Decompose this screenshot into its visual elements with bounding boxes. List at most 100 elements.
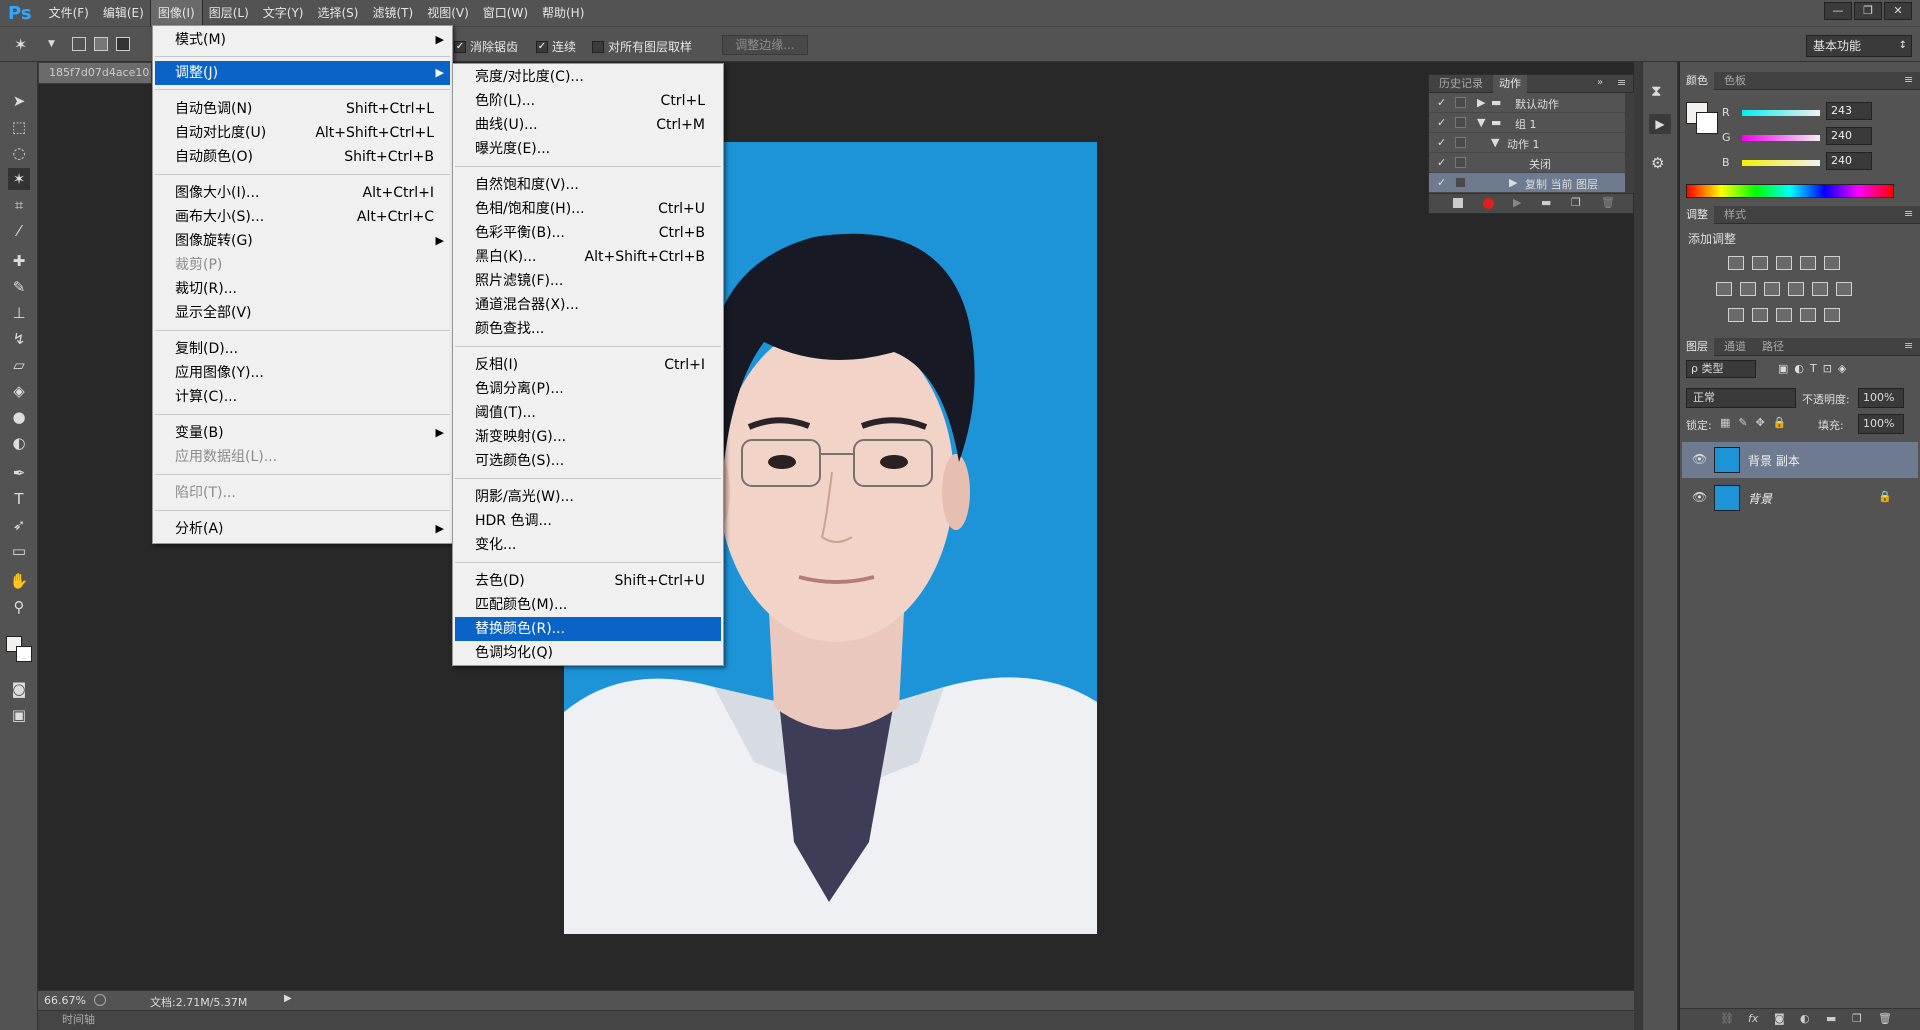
tab-paths[interactable]: 路径 bbox=[1756, 338, 1790, 356]
hand-tool-icon[interactable]: ✋ bbox=[8, 570, 30, 592]
menu-item-match-color[interactable]: 匹配颜色(M)... bbox=[455, 593, 721, 617]
zoom-level[interactable]: 66.67% bbox=[44, 994, 86, 1007]
antialias-checkbox[interactable]: ✓ 消除锯齿 bbox=[454, 38, 518, 55]
menu-item-equalize[interactable]: 色调均化(Q) bbox=[455, 641, 721, 665]
action-1[interactable]: ✓ ▼ 动作 1 bbox=[1429, 133, 1625, 153]
action-set-group1[interactable]: ✓ ▼ ▬ 组 1 bbox=[1429, 113, 1625, 133]
crop-tool-icon[interactable]: ⌗ bbox=[8, 194, 30, 216]
eye-icon[interactable]: 👁 bbox=[1692, 490, 1707, 504]
menu-window[interactable]: 窗口(W) bbox=[476, 0, 535, 26]
blue-slider[interactable] bbox=[1742, 160, 1820, 166]
new-group-icon[interactable]: ▬ bbox=[1826, 1012, 1836, 1025]
menu-item-brightness-contrast[interactable]: 亮度/对比度(C)... bbox=[455, 65, 721, 89]
workspace-select[interactable]: 基本功能 bbox=[1806, 35, 1912, 57]
blend-mode-select[interactable]: 正常 bbox=[1686, 388, 1796, 408]
magic-wand-preset-icon[interactable]: ✶ bbox=[14, 35, 27, 54]
gradient-map-adjust-icon[interactable] bbox=[1824, 308, 1840, 322]
dodge-tool-icon[interactable]: ◐ bbox=[8, 432, 30, 454]
checkmark-icon[interactable]: ✓ bbox=[1437, 176, 1446, 189]
expand-triangle-icon[interactable]: ▶ bbox=[1477, 96, 1485, 109]
document-tab[interactable]: 185f7d07d4ace10 bbox=[38, 62, 152, 84]
eraser-tool-icon[interactable]: ▱ bbox=[8, 354, 30, 376]
menu-file[interactable]: 文件(F) bbox=[42, 0, 96, 26]
collapse-icon[interactable]: » bbox=[1597, 77, 1603, 88]
menu-filter[interactable]: 滤镜(T) bbox=[365, 0, 420, 26]
threshold-adjust-icon[interactable] bbox=[1776, 308, 1792, 322]
brush-tool-icon[interactable]: ✎ bbox=[8, 276, 30, 298]
play-icon[interactable]: ▶ bbox=[1513, 196, 1521, 209]
new-adjustment-layer-icon[interactable]: ◐ bbox=[1800, 1012, 1810, 1025]
selective-color-adjust-icon[interactable] bbox=[1800, 308, 1816, 322]
healing-brush-icon[interactable]: ✚ bbox=[8, 250, 30, 272]
move-tool-icon[interactable]: ➤ bbox=[8, 90, 30, 112]
menu-select[interactable]: 选择(S) bbox=[311, 0, 366, 26]
checkmark-icon[interactable]: ✓ bbox=[1437, 136, 1446, 149]
layer-filter-select[interactable]: ρ 类型 bbox=[1686, 360, 1756, 378]
layer-row-background[interactable]: 👁 背景 🔒 bbox=[1682, 480, 1918, 516]
menu-item-analysis[interactable]: 分析(A) ▶ bbox=[155, 517, 450, 541]
timeline-panel-tab[interactable]: 时间轴 bbox=[38, 1010, 1634, 1030]
menu-help[interactable]: 帮助(H) bbox=[535, 0, 591, 26]
menu-edit[interactable]: 编辑(E) bbox=[96, 0, 151, 26]
new-layer-icon[interactable]: ❐ bbox=[1852, 1012, 1862, 1025]
checkmark-icon[interactable]: ✓ bbox=[1437, 156, 1446, 169]
menu-item-exposure[interactable]: 曝光度(E)... bbox=[455, 137, 721, 161]
lock-options-icons[interactable]: ▦✎✥🔒 bbox=[1720, 416, 1795, 429]
menu-image[interactable]: 图像(I) bbox=[149, 0, 203, 27]
actions-scrollbar[interactable] bbox=[1625, 93, 1634, 193]
color-lookup-adjust-icon[interactable] bbox=[1836, 282, 1852, 296]
background-color-swatch[interactable] bbox=[16, 646, 32, 662]
menu-item-adjustments[interactable]: 调整(J) ▶ bbox=[155, 61, 450, 85]
channel-mixer-adjust-icon[interactable] bbox=[1812, 282, 1828, 296]
stop-icon[interactable] bbox=[1453, 198, 1463, 208]
path-select-icon[interactable]: ➶ bbox=[8, 514, 30, 536]
tab-adjustments[interactable]: 调整 bbox=[1680, 206, 1714, 224]
eye-icon[interactable]: 👁 bbox=[1692, 452, 1707, 466]
trash-icon[interactable]: 🗑 bbox=[1878, 1012, 1892, 1025]
menu-item-apply-image[interactable]: 应用图像(Y)... bbox=[155, 361, 450, 385]
menu-view[interactable]: 视图(V) bbox=[420, 0, 476, 26]
stamp-tool-icon[interactable]: ⊥ bbox=[8, 302, 30, 324]
red-value-input[interactable]: 243 bbox=[1826, 102, 1872, 120]
tab-color[interactable]: 颜色 bbox=[1680, 72, 1714, 90]
background-color-swatch[interactable] bbox=[1696, 112, 1718, 134]
menu-item-variations[interactable]: 变化... bbox=[455, 533, 721, 557]
red-slider[interactable] bbox=[1742, 110, 1820, 116]
magic-wand-tool-icon[interactable]: ✶ bbox=[8, 168, 30, 190]
quick-mask-icon[interactable]: ◙ bbox=[8, 678, 30, 700]
menu-item-posterize[interactable]: 色调分离(P)... bbox=[455, 377, 721, 401]
type-tool-icon[interactable]: T bbox=[8, 488, 30, 510]
pen-tool-icon[interactable]: ✒ bbox=[8, 462, 30, 484]
menu-item-auto-contrast[interactable]: 自动对比度(U) Alt+Shift+Ctrl+L bbox=[155, 121, 450, 145]
collapse-triangle-icon[interactable]: ▼ bbox=[1477, 116, 1485, 129]
properties-panel-icon[interactable]: ⚙ bbox=[1651, 154, 1664, 172]
menu-item-image-size[interactable]: 图像大小(I)... Alt+Ctrl+I bbox=[155, 181, 450, 205]
checkmark-icon[interactable]: ✓ bbox=[1437, 96, 1446, 109]
menu-item-auto-color[interactable]: 自动颜色(O) Shift+Ctrl+B bbox=[155, 145, 450, 169]
add-mask-icon[interactable]: ◙ bbox=[1774, 1012, 1785, 1025]
restore-button[interactable]: ❐ bbox=[1854, 2, 1882, 20]
menu-type[interactable]: 文字(Y) bbox=[256, 0, 311, 26]
panel-menu-icon[interactable]: ≡ bbox=[1617, 76, 1626, 89]
tab-swatches[interactable]: 色板 bbox=[1718, 72, 1752, 90]
layer-filter-icons[interactable]: ▣◐T⊡◈ bbox=[1778, 362, 1898, 376]
new-set-folder-icon[interactable]: ▬ bbox=[1541, 196, 1551, 209]
menu-item-vibrance[interactable]: 自然饱和度(V)... bbox=[455, 173, 721, 197]
add-selection-icon[interactable] bbox=[94, 37, 108, 51]
menu-item-hdr-toning[interactable]: HDR 色调... bbox=[455, 509, 721, 533]
action-step-duplicate-layer[interactable]: ✓ ▶ 复制 当前 图层 bbox=[1429, 173, 1625, 193]
contiguous-checkbox[interactable]: ✓ 连续 bbox=[536, 38, 576, 55]
tab-layers[interactable]: 图层 bbox=[1680, 338, 1714, 356]
layer-row-background-copy[interactable]: 👁 背景 副本 bbox=[1682, 442, 1918, 478]
levels-adjust-icon[interactable] bbox=[1752, 256, 1768, 270]
photo-filter-adjust-icon[interactable] bbox=[1788, 282, 1804, 296]
layer-style-icon[interactable]: fx bbox=[1748, 1012, 1758, 1025]
refine-edge-button[interactable]: 调整边缘... bbox=[722, 35, 808, 55]
black-white-adjust-icon[interactable] bbox=[1764, 282, 1780, 296]
invert-adjust-icon[interactable] bbox=[1728, 308, 1744, 322]
menu-item-levels[interactable]: 色阶(L)... Ctrl+L bbox=[455, 89, 721, 113]
subtract-selection-icon[interactable] bbox=[116, 37, 130, 51]
menu-item-selective-color[interactable]: 可选颜色(S)... bbox=[455, 449, 721, 473]
sample-all-layers-checkbox[interactable]: 对所有图层取样 bbox=[592, 38, 692, 55]
menu-item-photo-filter[interactable]: 照片滤镜(F)... bbox=[455, 269, 721, 293]
